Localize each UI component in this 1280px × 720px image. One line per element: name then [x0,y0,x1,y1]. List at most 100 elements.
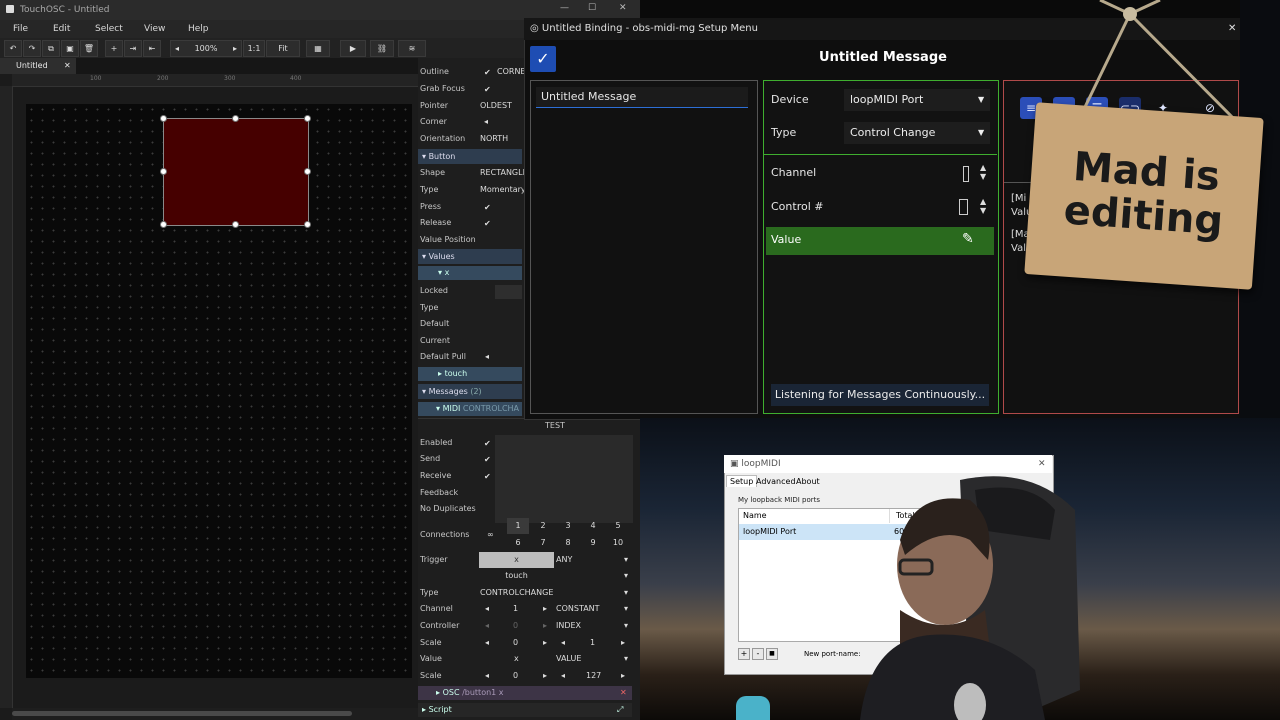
connection-8[interactable]: 8 [557,535,579,551]
connection-1[interactable]: 1 [507,518,529,534]
listen-button[interactable]: Listening for Messages Continuously... [771,384,989,406]
menu-edit[interactable]: Edit [53,24,70,34]
resize-handle[interactable] [304,168,311,175]
trigger-value-select[interactable]: x [479,552,554,568]
tab-setup[interactable]: Setup [726,475,758,487]
tab-about[interactable]: About [796,477,820,486]
zoom-fit-button[interactable]: Fit [266,40,300,57]
menu-file[interactable]: File [13,24,28,34]
trigger-source[interactable]: touch [479,568,554,584]
edit-pencil-icon[interactable]: ✎ [962,231,974,247]
value-x-row[interactable]: ▾ x [418,266,522,280]
release-checkbox[interactable]: ✔ [484,219,491,228]
chevron-down-icon[interactable]: ▾ [624,585,628,601]
resize-handle[interactable] [304,115,311,122]
chevron-left-icon[interactable]: ◂ [485,618,489,634]
minimize-button[interactable]: — [560,3,569,13]
copy-icon[interactable]: ⧉ [42,40,60,57]
midi-message-row[interactable]: ▾ MIDI CONTROLCHA [418,402,522,416]
connection-10[interactable]: 10 [607,535,629,551]
value-touch-row[interactable]: ▸ touch [418,367,522,381]
play-icon[interactable]: ▶ [340,40,366,57]
remove-icon[interactable]: ✕ [620,686,627,700]
stop-port-button[interactable]: ■ [766,648,778,660]
channel-stepper-icon[interactable]: ▲ ▼ [980,163,986,181]
chevron-down-icon[interactable]: ▾ [624,651,628,667]
chevron-down-icon[interactable]: ▾ [624,568,628,584]
chevron-down-icon[interactable]: ▾ [624,601,628,617]
tab-close-icon[interactable]: ✕ [64,58,71,74]
link-icon[interactable]: ⛓ [370,40,394,57]
confirm-check-button[interactable]: ✓ [530,46,556,72]
chevron-right-icon[interactable]: ▸ [543,668,547,684]
wifi-icon[interactable]: ≋ [398,40,426,57]
connection-6[interactable]: 6 [507,535,529,551]
connection-5[interactable]: 5 [607,518,629,534]
chevron-left-icon[interactable]: ◂ [485,601,489,617]
chevron-right-icon[interactable]: ▸ [621,635,625,651]
delete-icon[interactable]: 🗑 [80,40,98,57]
chevron-right-icon[interactable]: ▸ [543,618,547,634]
chevron-right-icon[interactable]: ▸ [621,668,625,684]
align-icon[interactable]: ⇥ [124,40,142,57]
message-list-item[interactable]: Untitled Message [536,87,748,108]
menu-help[interactable]: Help [188,24,209,34]
distribute-icon[interactable]: ⇤ [143,40,161,57]
connection-7[interactable]: 7 [532,535,554,551]
type-select[interactable]: Control Change ▼ [844,122,990,144]
orientation-value[interactable]: NORTH [480,131,508,147]
section-messages[interactable]: ▾ Messages (2) [418,384,522,399]
resize-handle[interactable] [160,168,167,175]
scale2-min-value[interactable]: 0 [513,668,518,684]
button-control[interactable] [163,118,309,226]
scrollbar-thumb[interactable] [12,711,352,716]
zoom-1-1-button[interactable]: 1:1 [243,40,265,57]
connection-4[interactable]: 4 [582,518,604,534]
chevron-left-icon[interactable]: ◂ [561,635,565,651]
connection-3[interactable]: 3 [557,518,579,534]
chevron-right-icon[interactable]: ▸ [543,635,547,651]
device-select[interactable]: loopMIDI Port ▼ [844,89,990,111]
default-pull-stepper[interactable]: ◂ [485,349,489,365]
zoom-control[interactable]: ◂ 100% ▸ [170,40,242,57]
test-button[interactable]: TEST [545,421,565,430]
midi-channel-mode[interactable]: CONSTANT [556,601,600,617]
outline-checkbox[interactable]: ✔ [484,68,491,77]
midi-value-mode[interactable]: VALUE [556,651,581,667]
resize-handle[interactable] [304,221,311,228]
connections-all-button[interactable]: ∞ [487,527,494,543]
corner-stepper[interactable]: ◂ [484,114,488,130]
control-stepper-icon[interactable]: ▲ ▼ [980,197,986,215]
midi-value-source[interactable]: x [514,651,519,667]
chevron-right-icon[interactable]: ▸ [543,601,547,617]
enabled-checkbox[interactable]: ✔ [484,439,491,448]
add-icon[interactable]: + [105,40,123,57]
connection-9[interactable]: 9 [582,535,604,551]
scale-min-value[interactable]: 0 [513,635,518,651]
resize-handle[interactable] [160,115,167,122]
value-row[interactable]: Value ✎ [766,227,994,255]
undo-icon[interactable]: ↶ [4,40,22,57]
midi-controller-mode[interactable]: INDEX [556,618,581,634]
redo-icon[interactable]: ↷ [23,40,41,57]
outline-corner-value[interactable]: CORNE [497,64,525,80]
resize-handle[interactable] [160,221,167,228]
midi-type-select[interactable]: CONTROLCHANGE [480,585,553,601]
add-port-button[interactable]: + [738,648,750,660]
scale2-max-value[interactable]: 127 [586,668,601,684]
chevron-down-icon[interactable]: ▾ [624,552,628,568]
column-header-name[interactable]: Name [743,511,767,520]
close-button[interactable]: ✕ [619,3,627,13]
receive-checkbox[interactable]: ✔ [484,472,491,481]
paste-icon[interactable]: ▣ [61,40,79,57]
channel-spinbox[interactable] [963,166,969,182]
zoom-in-icon[interactable]: ▸ [233,41,241,56]
menu-select[interactable]: Select [95,24,123,34]
chevron-left-icon[interactable]: ◂ [561,668,565,684]
maximize-button[interactable]: ☐ [588,3,596,13]
shape-value[interactable]: RECTANGLE [480,165,528,181]
grid-icon[interactable]: ▦ [306,40,330,57]
document-tab[interactable]: Untitled ✕ [0,58,76,74]
locked-toggle[interactable] [495,285,522,299]
scale-max-value[interactable]: 1 [590,635,595,651]
